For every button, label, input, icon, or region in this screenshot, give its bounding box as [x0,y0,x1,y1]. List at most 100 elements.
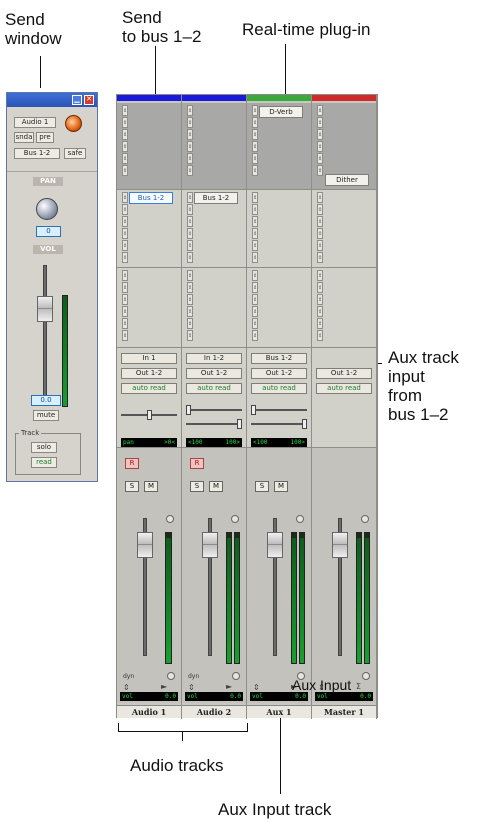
selector-arrow-icon[interactable]: ⇕ [122,153,128,164]
selector-arrow-icon[interactable]: ⇕ [187,252,193,263]
send-selectors-a-e[interactable]: ⇕ ⇕ ⇕ ⇕ ⇕ ⇕ [187,192,193,264]
solo-button[interactable]: S [125,481,139,492]
insert-selectors[interactable]: ⇕ ⇕ ⇕ ⇕ ⇕ ⇕ [317,105,323,177]
selector-arrow-icon[interactable]: ⇕ [252,192,258,203]
volume-fader[interactable] [267,532,283,558]
selector-arrow-icon[interactable]: ⇕ [317,294,323,305]
output-selector[interactable]: Out 1-2 [316,368,372,379]
selector-arrow-icon[interactable]: ⇕ [252,306,258,317]
selector-arrow-icon[interactable]: ⇕ [122,252,128,263]
selector-arrow-icon[interactable]: ⇕ [317,129,323,140]
output-selector[interactable]: Out 1-2 [186,368,242,379]
mute-button[interactable]: M [144,481,158,492]
selector-arrow-icon[interactable]: ⇕ [252,252,258,263]
send-mute-button[interactable]: mute [33,410,59,421]
selector-arrow-icon[interactable]: ⇕ [187,318,193,329]
pan-slider-left[interactable] [251,405,307,415]
selector-arrow-icon[interactable]: ⇕ [122,117,128,128]
input-selector[interactable]: Bus 1-2 [251,353,307,364]
pan-slider-left[interactable] [186,405,242,415]
selector-arrow-icon[interactable]: ⇕ [187,282,193,293]
group-icon[interactable] [167,672,175,680]
send-read-button[interactable]: read [31,457,57,468]
selector-arrow-icon[interactable]: ⇕ [252,204,258,215]
send-enable-icon[interactable] [65,115,82,132]
volume-fader[interactable] [332,532,348,558]
group-icon[interactable] [232,672,240,680]
send-selectors-a-e[interactable]: ⇕ ⇕ ⇕ ⇕ ⇕ ⇕ [317,192,323,264]
send-track-name[interactable]: Audio 1 [14,117,56,128]
selector-arrow-icon[interactable]: ⇕ [122,330,128,341]
send-selectors-a-e[interactable]: ⇕ ⇕ ⇕ ⇕ ⇕ ⇕ [252,192,258,264]
pan-slider[interactable] [121,410,177,420]
selector-arrow-icon[interactable]: ⇕ [252,240,258,251]
pan-slider-right[interactable] [251,419,307,429]
selector-arrow-icon[interactable]: ⇕ [187,141,193,152]
selector-arrow-icon[interactable]: ⇕ [187,306,193,317]
selector-arrow-icon[interactable]: ⇕ [187,192,193,203]
track-name-plate[interactable]: Audio 2 [182,705,246,718]
selector-arrow-icon[interactable]: ⇕ [317,330,323,341]
send-window-titlebar[interactable]: ▁ ✕ [7,93,97,107]
send-assignment-button[interactable]: Bus 1-2 [129,192,173,204]
selector-arrow-icon[interactable]: ⇕ [187,216,193,227]
selector-arrow-icon[interactable]: ⇕ [122,282,128,293]
pan-knob-icon[interactable] [36,198,58,220]
insert-plugin-button[interactable]: D-Verb [259,106,303,118]
insert-selectors[interactable]: ⇕ ⇕ ⇕ ⇕ ⇕ ⇕ [122,105,128,177]
automation-mode-selector[interactable]: auto read [251,383,307,394]
selector-arrow-icon[interactable]: ⇕ [317,141,323,152]
selector-arrow-icon[interactable]: ⇕ [252,165,258,176]
selector-arrow-icon[interactable]: ⇕ [187,117,193,128]
selector-arrow-icon[interactable]: ⇕ [317,153,323,164]
selector-arrow-icon[interactable]: ⇕ [252,270,258,281]
send-pan-value[interactable]: 0 [36,226,61,237]
selector-arrow-icon[interactable]: ⇕ [122,129,128,140]
selector-arrow-icon[interactable]: ⇕ [122,228,128,239]
selector-arrow-icon[interactable]: ⇕ [122,318,128,329]
insert-plugin-button[interactable]: Dither [325,174,369,186]
output-selector[interactable]: Out 1-2 [251,368,307,379]
selector-arrow-icon[interactable]: ⇕ [122,105,128,116]
selector-arrow-icon[interactable]: ⇕ [187,204,193,215]
voice-icon[interactable] [231,515,239,523]
selector-arrow-icon[interactable]: ⇕ [187,105,193,116]
pan-slider-right[interactable] [186,419,242,429]
automation-mode-selector[interactable]: auto read [186,383,242,394]
selector-arrow-icon[interactable]: ⇕ [252,282,258,293]
selector-arrow-icon[interactable]: ⇕ [317,192,323,203]
selector-arrow-icon[interactable]: ⇕ [122,141,128,152]
group-icon[interactable] [362,672,370,680]
selector-arrow-icon[interactable]: ⇕ [187,294,193,305]
selector-arrow-icon[interactable]: ⇕ [122,216,128,227]
voice-icon[interactable] [166,515,174,523]
send-solo-button[interactable]: solo [31,442,57,453]
selector-arrow-icon[interactable]: ⇕ [122,240,128,251]
selector-arrow-icon[interactable]: ⇕ [187,129,193,140]
selector-arrow-icon[interactable]: ⇕ [317,282,323,293]
send-selectors-f-j[interactable]: ⇕ ⇕ ⇕ ⇕ ⇕ ⇕ [122,270,128,342]
solo-button[interactable]: S [190,481,204,492]
selector-arrow-icon[interactable]: ⇕ [122,270,128,281]
insert-selectors[interactable]: ⇕ ⇕ ⇕ ⇕ ⇕ ⇕ [187,105,193,177]
selector-arrow-icon[interactable]: ⇕ [317,204,323,215]
selector-arrow-icon[interactable]: ⇕ [317,306,323,317]
send-fader-handle[interactable] [37,296,53,322]
selector-arrow-icon[interactable]: ⇕ [317,228,323,239]
send-vol-value[interactable]: 0.0 [31,395,61,406]
input-selector[interactable]: In 1 [121,353,177,364]
selector-arrow-icon[interactable]: ⇕ [252,105,258,116]
voice-icon[interactable] [296,515,304,523]
close-icon[interactable]: ✕ [84,95,94,105]
selector-arrow-icon[interactable]: ⇕ [122,192,128,203]
solo-button[interactable]: S [255,481,269,492]
selector-arrow-icon[interactable]: ⇕ [252,117,258,128]
volume-fader[interactable] [202,532,218,558]
selector-arrow-icon[interactable]: ⇕ [252,153,258,164]
selector-arrow-icon[interactable]: ⇕ [187,153,193,164]
send-selectors-a-e[interactable]: ⇕ ⇕ ⇕ ⇕ ⇕ ⇕ [122,192,128,264]
selector-arrow-icon[interactable]: ⇕ [252,330,258,341]
selector-arrow-icon[interactable]: ⇕ [122,165,128,176]
track-name-plate[interactable]: Master 1 [312,705,376,718]
record-icon[interactable]: R [190,458,204,469]
